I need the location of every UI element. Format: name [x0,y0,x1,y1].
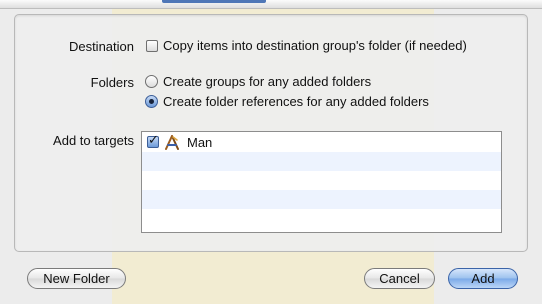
create-groups-radio[interactable] [145,75,158,88]
new-folder-button[interactable]: New Folder [27,268,126,289]
list-row-background [142,152,501,171]
application-icon [164,135,180,151]
list-row-background [142,190,501,209]
target-row-man[interactable]: Man [142,133,501,152]
folders-label: Folders [90,75,134,90]
target-man-checkbox[interactable] [147,133,159,148]
targets-list[interactable]: Man [141,131,502,233]
create-folder-references-radio[interactable] [145,95,158,108]
copy-items-option-label[interactable]: Copy items into destination group's fold… [163,38,467,54]
add-button[interactable]: Add [448,268,518,289]
destination-label: Destination [68,39,134,54]
scroll-thumb[interactable] [162,0,266,3]
target-name: Man [187,135,213,150]
add-to-targets-label: Add to targets [53,133,134,148]
file-browser-scroll-edge [0,0,542,9]
cancel-button[interactable]: Cancel [364,268,435,289]
create-folder-references-option-label[interactable]: Create folder references for any added f… [163,94,429,110]
copy-items-checkbox[interactable] [146,40,158,52]
create-groups-option-label[interactable]: Create groups for any added folders [163,74,371,90]
